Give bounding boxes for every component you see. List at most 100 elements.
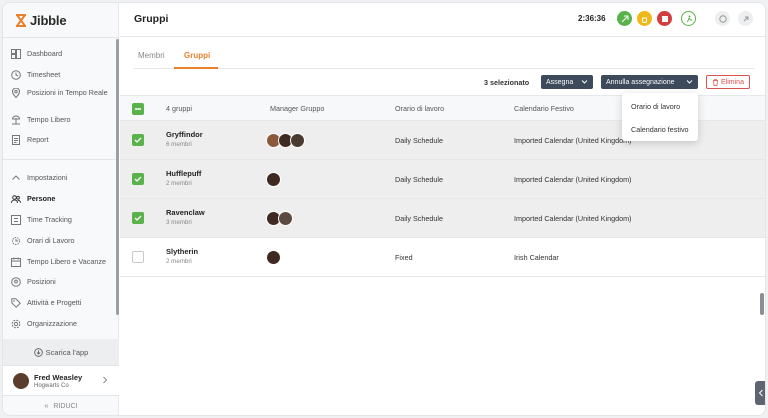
sidebar-item-time-tracking[interactable]: Time Tracking — [11, 215, 115, 225]
group-name[interactable]: Gryffindor — [166, 130, 203, 139]
help-button[interactable] — [715, 11, 730, 26]
delete-button[interactable]: Elimina — [706, 75, 750, 89]
work-schedule: Daily Schedule — [395, 214, 443, 223]
sidebar-item-time-off[interactable]: Tempo Libero — [11, 115, 115, 125]
dashboard-icon — [11, 49, 21, 59]
sidebar-item-label: Report — [27, 135, 49, 144]
menu-item-holiday-calendar[interactable]: Calendario festivo — [631, 125, 689, 134]
location-pin-icon — [11, 88, 21, 98]
rocket-button[interactable] — [738, 11, 753, 26]
download-app-button[interactable]: Scarica l'app — [3, 339, 119, 365]
time-tracking-icon — [11, 215, 21, 225]
sidebar-item-label: Organizzazione — [27, 319, 77, 328]
select-all-checkbox[interactable] — [132, 103, 144, 115]
sidebar-item-organization[interactable]: Organizzazione — [11, 319, 115, 329]
table-row[interactable]: Slytherin 2 membri Fixed Irish Calendar — [120, 238, 765, 277]
sidebar-item-label: Time Tracking — [27, 215, 72, 224]
logo[interactable]: Jibble — [15, 12, 67, 28]
top-header: Gruppi 2:36:36 — [120, 3, 765, 37]
holiday-calendar: Imported Calendar (United Kingdom) — [514, 214, 632, 223]
sidebar-item-activities-projects[interactable]: Attività e Progetti — [11, 298, 115, 308]
manager-avatars — [266, 172, 281, 187]
holiday-calendar: Imported Calendar (United Kingdom) — [514, 175, 632, 184]
sidebar-item-label: Orari di Lavoro — [27, 236, 75, 245]
row-checkbox[interactable] — [132, 134, 144, 146]
gear-icon — [11, 319, 21, 329]
clock-in-button[interactable] — [617, 11, 632, 26]
report-icon — [12, 135, 20, 145]
rocket-icon — [743, 16, 748, 21]
avatar[interactable] — [290, 133, 305, 148]
selected-count: 3 selezionato — [484, 78, 530, 87]
chevron-right-icon — [103, 376, 108, 384]
group-members: 3 membri — [166, 219, 192, 226]
sidebar-item-live-locations[interactable]: Posizioni in Tempo Reale — [11, 88, 115, 98]
page-title: Gruppi — [134, 13, 169, 25]
group-name[interactable]: Ravenclaw — [166, 208, 205, 217]
sidebar-item-label: Attività e Progetti — [27, 298, 82, 307]
avatar[interactable] — [266, 172, 281, 187]
unassign-dropdown-menu: Orario di lavoro Calendario festivo — [622, 93, 698, 141]
avatar[interactable] — [266, 250, 281, 265]
sidebar-item-dashboard[interactable]: Dashboard — [11, 49, 115, 59]
user-profile[interactable]: Fred Weasley Hogwarts Co — [3, 365, 119, 395]
tab-members[interactable]: Membri — [138, 51, 165, 60]
table-row[interactable]: Hufflepuff 2 membri Daily Schedule Impor… — [120, 160, 765, 199]
row-checkbox[interactable] — [132, 212, 144, 224]
holiday-calendar: Irish Calendar — [514, 253, 559, 262]
group-name[interactable]: Slytherin — [166, 247, 198, 256]
group-members: 6 membri — [166, 141, 192, 148]
sidebar-item-time-off-holidays[interactable]: Tempo Libero e Vacanze — [11, 257, 115, 267]
sidebar-item-timesheet[interactable]: Timesheet — [11, 70, 115, 80]
header-group-count: 4 gruppi — [166, 104, 192, 113]
stop-icon — [661, 15, 668, 22]
sidebar-item-report[interactable]: Report — [11, 135, 115, 145]
header-schedule: Orario di lavoro — [395, 104, 445, 113]
sidebar-item-locations[interactable]: Posizioni — [11, 277, 115, 287]
menu-item-work-schedule[interactable]: Orario di lavoro — [631, 102, 680, 111]
expand-panel-button[interactable] — [755, 381, 765, 405]
group-name[interactable]: Hufflepuff — [166, 169, 201, 178]
sidebar-section-label: Impostazioni — [27, 173, 68, 182]
row-checkbox[interactable] — [132, 251, 144, 263]
tag-icon — [11, 298, 21, 308]
table-row[interactable]: Ravenclaw 3 membri Daily Schedule Import… — [120, 199, 765, 238]
sidebar-section-settings[interactable]: Impostazioni — [11, 173, 115, 183]
jibble-logo-icon — [16, 13, 26, 27]
content-scrollbar[interactable] — [760, 293, 764, 315]
work-schedule: Fixed — [395, 253, 413, 262]
check-icon — [134, 215, 142, 221]
clock-icon — [11, 70, 21, 80]
unassign-label: Annulla assegnazione — [606, 78, 675, 86]
group-members: 2 membri — [166, 180, 192, 187]
user-company: Hogwarts Co — [34, 383, 69, 389]
manager-avatars — [266, 133, 305, 148]
collapse-label: RIDUCI — [53, 403, 78, 410]
tab-groups[interactable]: Gruppi — [184, 51, 210, 60]
work-hours-icon — [12, 237, 20, 245]
collapse-sidebar-button[interactable]: « RIDUCI — [3, 395, 119, 415]
activity-button[interactable] — [681, 11, 696, 26]
download-app-label: Scarica l'app — [45, 347, 89, 357]
assign-label: Assegna — [546, 78, 574, 86]
manager-avatars — [266, 250, 281, 265]
unassign-button[interactable]: Annulla assegnazione — [601, 75, 698, 89]
avatar[interactable] — [278, 211, 293, 226]
row-checkbox[interactable] — [132, 173, 144, 185]
sidebar-item-label: Timesheet — [27, 70, 61, 79]
sidebar-item-label: Posizioni — [27, 277, 56, 286]
logo-text: Jibble — [30, 12, 67, 28]
sidebar-item-work-hours[interactable]: Orari di Lavoro — [11, 236, 115, 246]
download-icon — [33, 347, 43, 357]
stop-button[interactable] — [657, 11, 672, 26]
sidebar-item-label: Tempo Libero e Vacanze — [27, 257, 106, 266]
sidebar: Jibble Dashboard Timesheet Posizioni in … — [3, 3, 119, 415]
chevron-up-icon — [12, 175, 20, 180]
break-button[interactable] — [637, 11, 652, 26]
assign-button[interactable]: Assegna — [541, 75, 593, 89]
sidebar-item-people[interactable]: Persone — [11, 194, 115, 204]
sidebar-divider — [3, 159, 119, 160]
help-icon — [718, 14, 727, 23]
trash-icon — [713, 78, 719, 86]
sidebar-scrollbar[interactable] — [116, 39, 119, 315]
